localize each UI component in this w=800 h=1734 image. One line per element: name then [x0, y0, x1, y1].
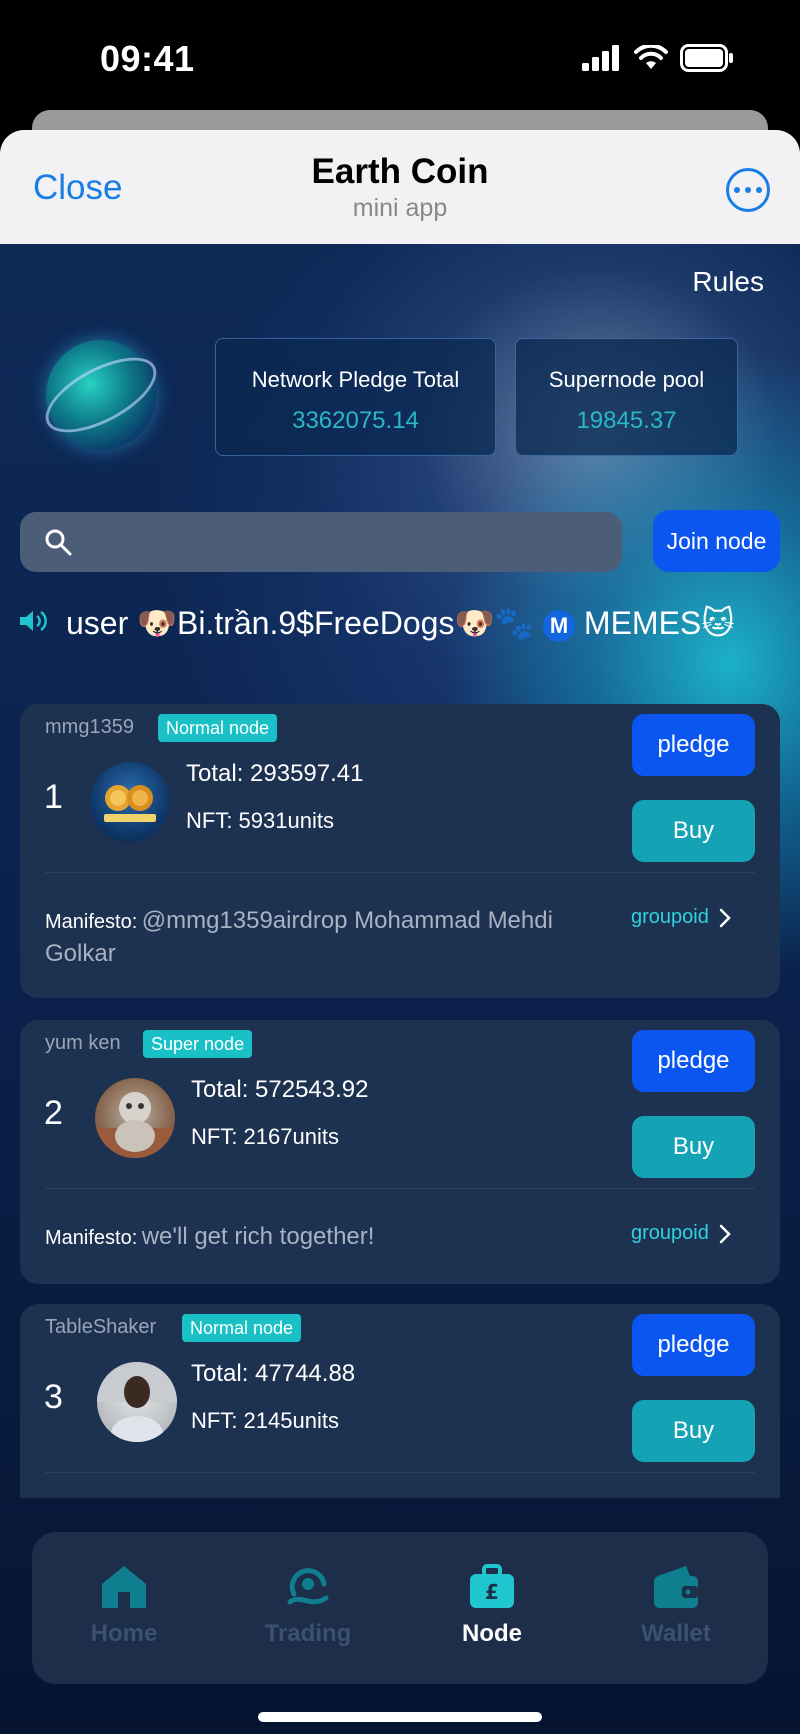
node-type-badge: Normal node	[182, 1314, 302, 1342]
nav-label: Node	[462, 1620, 522, 1647]
pledge-button[interactable]: pledge	[632, 714, 755, 776]
network-pledge-total-card: Network Pledge Total 3362075.14	[215, 338, 496, 456]
svg-text:£: £	[485, 1580, 499, 1604]
chevron-right-icon	[719, 908, 731, 927]
nav-wallet[interactable]: Wallet	[584, 1532, 768, 1684]
node-nft: NFT: 5931units	[186, 808, 334, 833]
buy-button[interactable]: Buy	[632, 1116, 755, 1178]
sheet-header: Close Earth Coin mini app	[0, 130, 800, 244]
more-dot	[756, 187, 762, 193]
nav-trading[interactable]: Trading	[216, 1532, 400, 1684]
nav-label: Trading	[264, 1620, 352, 1647]
card-divider	[45, 1188, 755, 1189]
supernode-pool-value: 19845.37	[576, 407, 677, 434]
node-card: TableShaker Normal node 3 Total: 47744.8…	[20, 1304, 780, 1498]
card-divider	[45, 872, 755, 873]
node-type-badge: Super node	[143, 1030, 253, 1058]
node-username: TableShaker	[45, 1316, 157, 1338]
announcement-text: user 🐶Bi.trần.9$FreeDogs🐶🐾 M MEMES🐱	[66, 604, 735, 642]
node-avatar	[95, 1078, 175, 1158]
join-node-button[interactable]: Join node	[653, 510, 780, 572]
node-rank: 3	[44, 1378, 63, 1416]
cellular-signal-icon	[582, 45, 619, 71]
node-username: yum ken	[45, 1032, 121, 1054]
groupoid-link[interactable]: groupoid	[631, 1222, 731, 1245]
node-username: mmg1359	[45, 716, 134, 738]
nav-label: Wallet	[641, 1620, 711, 1647]
network-pledge-total-label: Network Pledge Total	[251, 367, 460, 392]
avatar-character-image	[95, 1092, 175, 1158]
node-card: yum ken Super node 2 Total: 572543.92 NF…	[20, 1020, 780, 1284]
chevron-right-icon	[719, 1224, 731, 1243]
node-avatar	[97, 1362, 177, 1442]
trading-icon	[287, 1568, 329, 1605]
search-bar	[20, 512, 622, 572]
search-icon	[45, 529, 72, 556]
avatar-coins-image	[104, 785, 156, 822]
buy-button[interactable]: Buy	[632, 800, 755, 862]
mini-app-sheet: Close Earth Coin mini app Rules Network …	[0, 130, 800, 1734]
node-card: mmg1359 Normal node 1 Total: 293597.41 N…	[20, 704, 780, 998]
groupoid-link[interactable]: groupoid	[631, 906, 731, 929]
bottom-nav: Home Trading £ Node Wallet	[32, 1532, 768, 1684]
node-manifesto: Manifesto: @mmg1359airdrop Mohammad Mehd…	[45, 906, 565, 972]
announcement-marquee: user 🐶Bi.trần.9$FreeDogs🐶🐾 M MEMES🐱	[0, 598, 800, 648]
node-type-badge: Normal node	[158, 714, 278, 742]
node-total: Total: 47744.88	[191, 1360, 356, 1387]
announcement-text-part: MEMES🐱	[575, 605, 735, 641]
pledge-button[interactable]: pledge	[632, 1030, 755, 1092]
more-dot	[745, 187, 751, 193]
status-time: 09:41	[100, 38, 195, 79]
node-total: Total: 572543.92	[191, 1076, 369, 1103]
node-rank: 1	[44, 778, 63, 816]
manifesto-text: we'll get rich together!	[141, 1223, 375, 1250]
status-bar: 09:41	[0, 0, 800, 110]
card-divider	[45, 1472, 755, 1473]
earth-coin-logo	[34, 340, 168, 450]
app-title: Earth Coin	[311, 152, 489, 191]
status-icons	[582, 44, 734, 72]
memes-m-badge: M	[543, 609, 576, 642]
more-dot	[734, 187, 740, 193]
manifesto-label: Manifesto:	[45, 911, 138, 933]
app-subtitle: mini app	[352, 194, 448, 222]
network-pledge-total-value: 3362075.14	[292, 407, 419, 434]
nav-label: Home	[90, 1620, 158, 1647]
nav-home[interactable]: Home	[32, 1532, 216, 1684]
rules-link[interactable]: Rules	[692, 266, 764, 298]
avatar-person-image	[97, 1362, 177, 1442]
home-icon	[102, 1566, 146, 1608]
groupoid-label: groupoid	[631, 906, 709, 928]
groupoid-label: groupoid	[631, 1222, 709, 1244]
wallet-icon	[654, 1566, 698, 1608]
announcement-text-part: user 🐶Bi.trần.9$FreeDogs🐶🐾	[66, 605, 544, 641]
supernode-pool-card: Supernode pool 19845.37	[515, 338, 738, 456]
manifesto-label: Manifesto:	[45, 1227, 138, 1249]
battery-icon	[680, 44, 733, 72]
nav-node[interactable]: £ Node	[400, 1532, 584, 1684]
node-avatar	[90, 762, 170, 842]
node-rank: 2	[44, 1094, 63, 1132]
pledge-button[interactable]: pledge	[632, 1314, 755, 1376]
speaker-icon	[20, 610, 47, 632]
node-manifesto: Manifesto: we'll get rich together!	[45, 1222, 565, 1255]
node-bag-icon: £	[470, 1564, 514, 1608]
home-indicator	[258, 1712, 542, 1722]
search-input[interactable]	[86, 512, 606, 572]
logo-orbit-ring	[34, 342, 168, 448]
supernode-pool-label: Supernode pool	[548, 367, 705, 392]
app-content: Rules Network Pledge Total 3362075.14 Su…	[0, 244, 800, 1734]
wifi-icon	[634, 45, 668, 69]
buy-button[interactable]: Buy	[632, 1400, 755, 1462]
more-options-button[interactable]	[726, 168, 770, 212]
node-nft: NFT: 2167units	[191, 1124, 339, 1149]
node-nft: NFT: 2145units	[191, 1408, 339, 1433]
node-total: Total: 293597.41	[186, 760, 364, 787]
